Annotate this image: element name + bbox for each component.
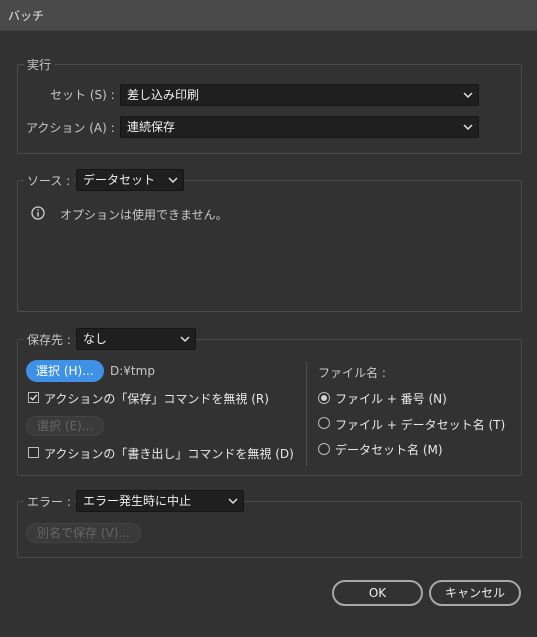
destination-select[interactable]: なし	[76, 328, 196, 350]
naming-option-file-dataset[interactable]: ファイル + データセット名 (T)	[335, 416, 505, 433]
errors-label: エラー :	[24, 493, 74, 510]
checkmark-icon	[30, 394, 38, 401]
naming-radio-file-dataset[interactable]	[318, 417, 330, 429]
set-select-value: 差し込み印刷	[127, 88, 200, 102]
radio-selected-dot	[321, 395, 327, 401]
action-select-value: 連続保存	[127, 120, 176, 134]
source-group	[17, 180, 522, 312]
chevron-down-icon	[180, 336, 190, 343]
naming-radio-file-number[interactable]	[318, 392, 330, 404]
source-info-text: オプションは使用できません。	[60, 208, 228, 222]
destination-path: D:¥tmp	[110, 364, 155, 378]
chevron-down-icon	[463, 124, 473, 131]
errors-select[interactable]: エラー発生時に中止	[76, 490, 244, 512]
destination-divider	[306, 362, 307, 466]
chevron-down-icon	[463, 92, 473, 99]
action-label: アクション (A) :	[26, 121, 115, 135]
window-title: バッチ	[8, 9, 45, 23]
source-select[interactable]: データセット	[76, 169, 184, 191]
choose-folder-button[interactable]: 選択 (H)...	[26, 360, 104, 382]
save-as-button: 別名で保存 (V)...	[26, 523, 141, 543]
override-export-label[interactable]: アクションの「書き出し」コマンドを無視 (D)	[44, 445, 294, 462]
naming-option-file-number[interactable]: ファイル + 番号 (N)	[335, 390, 447, 407]
title-bar: バッチ	[0, 0, 537, 31]
ok-button[interactable]: OK	[332, 580, 423, 606]
run-group	[17, 64, 522, 154]
naming-option-dataset[interactable]: データセット名 (M)	[335, 441, 443, 458]
run-group-label: 実行	[24, 56, 55, 73]
set-select[interactable]: 差し込み印刷	[120, 84, 479, 106]
action-select[interactable]: 連続保存	[120, 116, 479, 138]
chevron-down-icon	[168, 177, 178, 184]
destination-select-value: なし	[83, 332, 108, 346]
file-name-label: ファイル名 :	[318, 366, 386, 380]
source-select-value: データセット	[83, 173, 156, 187]
source-label: ソース :	[24, 172, 74, 189]
override-export-checkbox[interactable]	[28, 447, 39, 458]
override-save-checkbox[interactable]	[28, 392, 39, 403]
naming-radio-dataset[interactable]	[318, 443, 330, 455]
destination-label: 保存先 :	[24, 331, 74, 348]
chevron-down-icon	[228, 498, 238, 505]
errors-select-value: エラー発生時に中止	[83, 494, 192, 508]
choose-disabled-button: 選択 (E)...	[26, 416, 105, 436]
override-save-label[interactable]: アクションの「保存」コマンドを無視 (R)	[44, 390, 269, 407]
set-label: セット (S) :	[50, 88, 115, 102]
info-icon	[31, 206, 45, 220]
cancel-button[interactable]: キャンセル	[429, 580, 521, 606]
